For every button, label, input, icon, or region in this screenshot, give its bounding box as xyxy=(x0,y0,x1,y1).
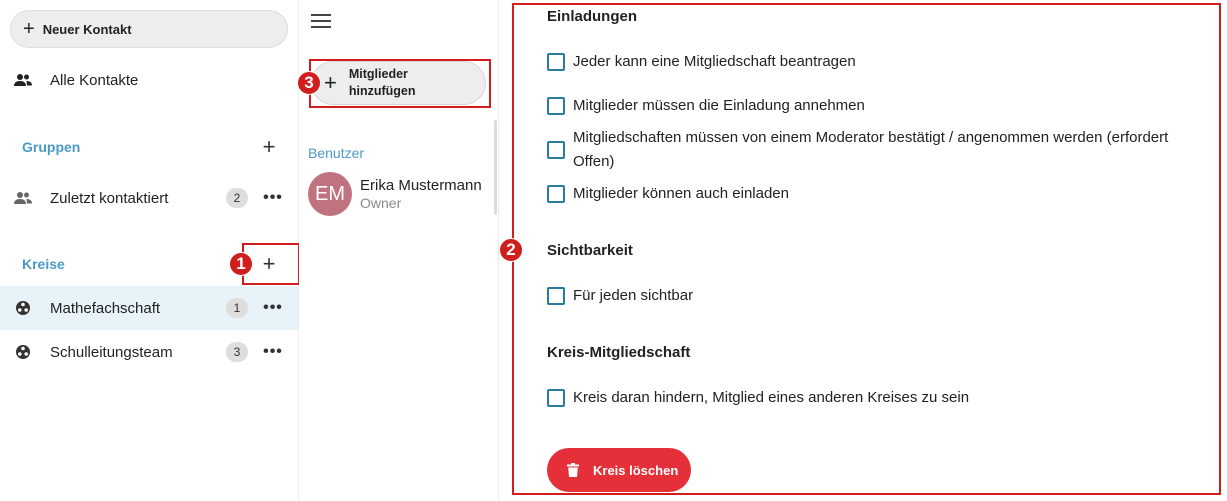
sidebar-item-all-contacts[interactable]: Alle Kontakte xyxy=(0,58,298,102)
contacts-icon xyxy=(12,73,34,87)
sidebar: + Neuer Kontakt Alle Kontakte Gruppen + … xyxy=(0,0,300,501)
circle-icon xyxy=(12,300,34,316)
count-badge: 2 xyxy=(226,188,248,208)
groups-caption: Gruppen xyxy=(22,139,81,155)
more-actions-icon[interactable]: ••• xyxy=(262,343,284,361)
new-contact-button[interactable]: + Neuer Kontakt xyxy=(10,10,288,48)
more-actions-icon[interactable]: ••• xyxy=(262,189,284,207)
option-label: Für jeden sichtbar xyxy=(573,287,694,304)
option-anyone-can-request[interactable]: Jeder kann eine Mitgliedschaft beantrage… xyxy=(547,50,856,74)
member-role: Owner xyxy=(360,195,402,211)
annotation-badge-1: 1 xyxy=(229,252,253,276)
sidebar-item-schulleitungsteam[interactable]: Schulleitungsteam 3 ••• xyxy=(0,330,298,374)
add-group-icon[interactable]: + xyxy=(258,136,280,158)
membership-heading: Kreis-Mitgliedschaft xyxy=(547,344,691,361)
plus-icon: + xyxy=(23,18,35,40)
checkbox[interactable] xyxy=(547,53,565,71)
annotation-box-3 xyxy=(309,59,491,108)
option-prevent-nested-circle[interactable]: Kreis daran hindern, Mitglied eines ande… xyxy=(547,386,969,410)
group-icon xyxy=(12,191,34,205)
member-name[interactable]: Erika Mustermann xyxy=(360,177,482,194)
delete-label: Kreis löschen xyxy=(593,462,679,478)
option-label: Kreis daran hindern, Mitglied eines ande… xyxy=(573,389,970,406)
circle-icon xyxy=(12,344,34,360)
trash-icon xyxy=(567,463,579,477)
invitations-heading: Einladungen xyxy=(547,8,637,25)
sidebar-item-label: Alle Kontakte xyxy=(50,71,139,89)
option-label: Mitglieder müssen die Einladung annehmen xyxy=(573,97,865,114)
checkbox[interactable] xyxy=(547,287,565,305)
scrollbar[interactable] xyxy=(494,120,497,215)
checkbox[interactable] xyxy=(547,97,565,115)
checkbox[interactable] xyxy=(547,185,565,203)
sidebar-item-label: Zuletzt kontaktiert xyxy=(50,189,169,207)
avatar[interactable]: EM xyxy=(308,172,352,216)
new-contact-label: Neuer Kontakt xyxy=(42,21,132,37)
option-label: Jeder kann eine Mitgliedschaft beantrage… xyxy=(573,53,856,70)
option-visible-to-all[interactable]: Für jeden sichtbar xyxy=(547,284,693,308)
annotation-badge-3: 3 xyxy=(297,71,321,95)
menu-icon[interactable] xyxy=(311,12,331,30)
annotation-badge-2: 2 xyxy=(499,238,523,262)
sidebar-item-label: Schulleitungsteam xyxy=(50,343,173,361)
option-moderator-approval[interactable]: Mitgliedschaften müssen von einem Modera… xyxy=(547,126,1187,174)
option-must-accept-invite[interactable]: Mitglieder müssen die Einladung annehmen xyxy=(547,94,865,118)
option-label: Mitgliedschaften müssen von einem Modera… xyxy=(573,129,1169,170)
users-caption: Benutzer xyxy=(308,145,365,161)
checkbox[interactable] xyxy=(547,141,565,159)
option-label: Mitglieder können auch einladen xyxy=(573,185,789,202)
sidebar-item-mathefachschaft[interactable]: Mathefachschaft 1 ••• xyxy=(0,286,298,330)
more-actions-icon[interactable]: ••• xyxy=(262,299,284,317)
circles-caption: Kreise xyxy=(22,256,65,272)
option-members-can-invite[interactable]: Mitglieder können auch einladen xyxy=(547,182,789,206)
checkbox[interactable] xyxy=(547,389,565,407)
sidebar-item-label: Mathefachschaft xyxy=(50,299,161,317)
delete-circle-button[interactable]: Kreis löschen xyxy=(547,448,691,492)
visibility-heading: Sichtbarkeit xyxy=(547,242,633,259)
sidebar-item-recently-contacted[interactable]: Zuletzt kontaktiert 2 ••• xyxy=(0,176,298,220)
count-badge: 1 xyxy=(226,298,248,318)
count-badge: 3 xyxy=(226,342,248,362)
